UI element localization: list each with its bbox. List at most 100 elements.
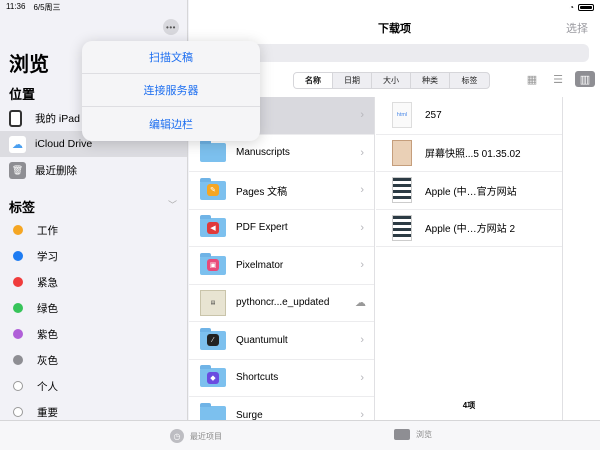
tab-browse[interactable]: 浏览 [394,429,432,440]
tag-color-dot [13,381,23,391]
shortcuts-app-icon: ◆ [207,371,219,384]
file-item-label: 屏幕快照...5 01.35.02 [425,149,521,161]
list-item[interactable]: Surge › [189,397,374,420]
pages-app-icon: ✎ [207,184,219,197]
screenshot-thumbnail-icon [392,139,412,166]
sort-by-tags[interactable]: 标签 [450,73,489,88]
tag-item-study[interactable]: 学习 [0,243,187,269]
list-item[interactable]: ⁄ Quantumult › [189,322,374,360]
grid-view-icon[interactable]: ▦ [523,71,541,87]
pixelmator-app-icon: ▣ [207,259,219,272]
view-mode-switcher: ▦ ☰ ▥ [523,71,595,87]
list-view-icon[interactable]: ☰ [549,71,567,87]
battery-icon [578,3,594,11]
list-item-label: PDF Expert [236,222,288,234]
tag-item-gray[interactable]: 灰色 [0,347,187,373]
sort-by-kind[interactable]: 种类 [411,73,450,88]
file-item-label: Apple (中…官方网站 [425,186,517,198]
column-view-icon[interactable]: ▥ [575,71,595,87]
file-item[interactable]: html 257 [376,97,562,135]
ipad-icon [9,109,22,127]
tag-label: 重要 [37,406,58,419]
tag-label: 个人 [37,380,58,393]
list-item-label: Quantumult [236,334,288,346]
chevron-right-icon: › [360,221,364,234]
tag-color-dot [13,329,23,339]
folder-icon: ◆ [200,365,226,388]
chevron-right-icon: › [360,334,364,347]
tag-label: 紫色 [37,328,58,341]
more-options-button[interactable]: ••• [163,19,179,35]
tag-label: 灰色 [37,354,58,367]
ellipsis-icon: ••• [166,22,176,32]
file-item[interactable]: 屏幕快照...5 01.35.02 [376,135,562,172]
folder-icon [200,140,226,163]
chevron-right-icon: › [360,146,364,159]
folder-icon: ⁄ [200,327,226,350]
connect-server-button[interactable]: 连接服务器 [82,74,260,107]
list-item-label: Pixelmator [236,259,284,271]
list-item[interactable]: ◆ Shortcuts › [189,360,374,397]
list-item-label: Pages 文稿 [236,186,288,198]
tag-color-dot [13,225,23,235]
folder-icon: ✎ [200,177,226,200]
locations-header: 位置 [9,87,36,102]
chevron-right-icon: › [360,371,364,384]
tag-item-green[interactable]: 绿色 [0,295,187,321]
tag-item-urgent[interactable]: 紧急 [0,269,187,295]
document-thumbnail-icon: ▤ [200,289,226,316]
options-popover: 扫描文稿 连接服务器 编辑边栏 [82,41,260,141]
folder-icon: ▣ [200,252,226,275]
folder-icon: ◀ [200,215,226,238]
file-item[interactable]: Apple (中…方网站 2 [376,210,562,247]
sort-segmented-control: 名称 日期 大小 种类 标签 [293,72,490,89]
page-title: 下载项 [378,23,411,35]
tag-color-dot [13,277,23,287]
tags-header: 标签 [9,200,36,215]
tag-item-purple[interactable]: 紫色 [0,321,187,347]
tag-label: 学习 [37,250,58,263]
file-item-label: 257 [425,109,442,121]
tag-item-personal[interactable]: 个人 [0,373,187,399]
folder-column: 项 › Manuscripts › ✎ Pages 文稿 › ◀ PDF Exp… [189,97,375,420]
select-button[interactable]: 选择 [566,20,588,36]
list-item[interactable]: ◀ PDF Expert › [189,210,374,247]
edit-sidebar-button[interactable]: 编辑边栏 [82,107,260,140]
folder-icon [394,429,410,440]
sort-by-name[interactable]: 名称 [294,73,333,88]
sidebar-title: 浏览 [9,54,49,76]
tag-item-work[interactable]: 工作 [0,217,187,243]
sidebar-item-recently-deleted[interactable]: 🗑 最近删除 [0,157,187,183]
tab-label: 最近项目 [190,431,222,441]
sort-by-size[interactable]: 大小 [372,73,411,88]
file-item[interactable]: Apple (中…官方网站 [376,172,562,210]
chevron-right-icon: › [360,184,364,197]
file-item-label: Apple (中…方网站 2 [425,224,516,236]
pdf-expert-app-icon: ◀ [207,221,219,234]
scan-documents-button[interactable]: 扫描文稿 [82,41,260,74]
list-item-label: Shortcuts [236,372,279,384]
list-item-label: Surge [236,409,263,420]
list-item-label: pythoncr...e_updated [236,297,330,309]
status-date: 6/5周三 [33,2,61,12]
tab-recents[interactable]: ◷ 最近项目 [170,429,222,443]
tag-color-dot [13,251,23,261]
chevron-right-icon: › [360,259,364,272]
tag-label: 绿色 [37,302,58,315]
list-item[interactable]: ▤ pythoncr...e_updated ☁ [189,285,374,322]
tab-label: 浏览 [416,430,432,439]
list-item[interactable]: ✎ Pages 文稿 › [189,172,374,210]
icloud-icon: ☁ [9,135,26,153]
item-count: 4项 [462,401,476,410]
chevron-down-icon[interactable]: ﹀ [168,198,177,211]
list-item-label: Manuscripts [236,147,290,159]
cloud-download-icon[interactable]: ☁ [355,296,366,309]
tab-bar: ◷ 最近项目 浏览 [0,420,600,450]
clock-icon: ◷ [170,429,184,443]
tag-item-important[interactable]: 重要 [0,399,187,420]
chevron-right-icon: › [360,409,364,420]
sort-by-date[interactable]: 日期 [333,73,372,88]
folder-icon [200,402,226,420]
list-item[interactable]: ▣ Pixelmator › [189,247,374,285]
quantumult-app-icon: ⁄ [207,334,219,347]
